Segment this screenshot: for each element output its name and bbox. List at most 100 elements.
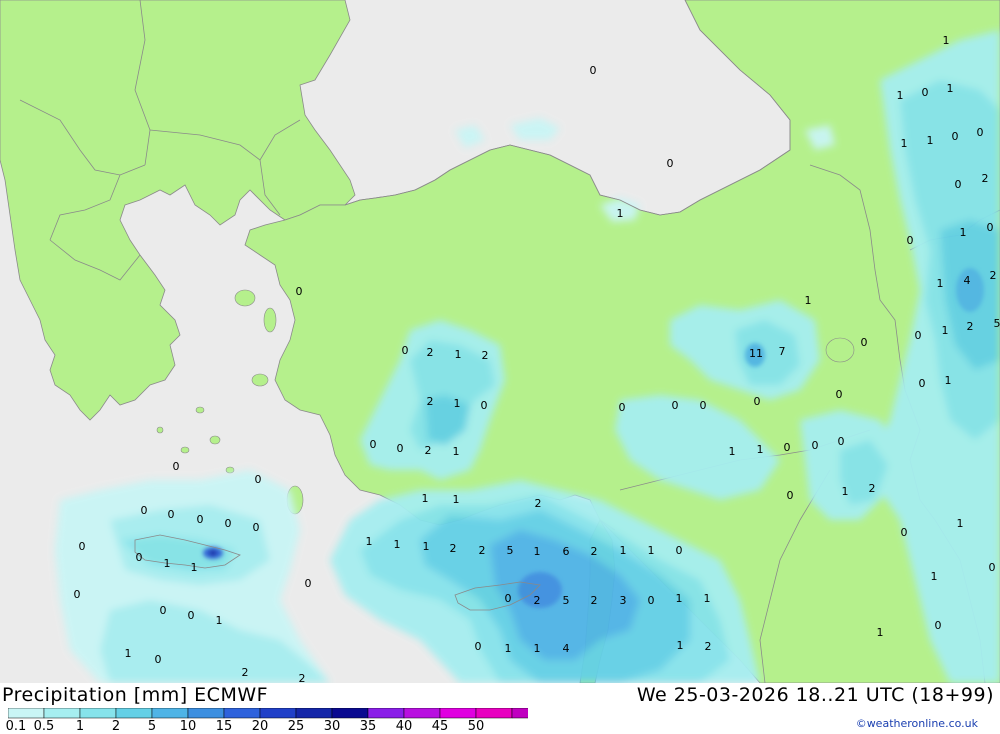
value-label: 1 <box>757 443 764 456</box>
value-label: 1 <box>937 277 944 290</box>
value-label: 1 <box>620 544 627 557</box>
value-label: 1 <box>943 34 950 47</box>
value-label: 2 <box>482 349 489 362</box>
legend-tick-label: 0.1 <box>6 719 27 734</box>
value-label: 0 <box>255 473 262 486</box>
value-label: 2 <box>705 640 712 653</box>
credit-link[interactable]: ©weatheronline.co.uk <box>856 717 978 730</box>
value-label: 0 <box>836 388 843 401</box>
legend-swatch <box>476 708 512 718</box>
value-label: 0 <box>919 377 926 390</box>
value-label: 2 <box>425 444 432 457</box>
value-label: 0 <box>141 504 148 517</box>
value-label: 0 <box>79 540 86 553</box>
value-label: 0 <box>155 653 162 666</box>
legend-swatch <box>404 708 440 718</box>
value-label: 2 <box>591 545 598 558</box>
value-label: 1 <box>453 445 460 458</box>
value-label: 0 <box>838 435 845 448</box>
value-label: 0 <box>676 544 683 557</box>
value-label: 1 <box>125 647 132 660</box>
legend-tick-label: 15 <box>216 719 233 734</box>
value-label: 2 <box>990 269 997 282</box>
legend-tick-label: 1 <box>76 719 84 734</box>
legend-swatch <box>296 708 332 718</box>
value-label: 0 <box>977 126 984 139</box>
value-label: 1 <box>453 493 460 506</box>
value-label: 0 <box>935 619 942 632</box>
value-label: 1 <box>423 540 430 553</box>
value-label: 2 <box>534 594 541 607</box>
value-label: 0 <box>173 460 180 473</box>
value-label: 1 <box>394 538 401 551</box>
value-label: 0 <box>197 513 204 526</box>
valid-time: We 25-03-2026 18..21 UTC (18+99) <box>637 684 994 706</box>
value-label: 0 <box>505 592 512 605</box>
value-label: 0 <box>296 285 303 298</box>
footer-bar: Precipitation [mm] ECMWF We 25-03-2026 1… <box>0 683 1000 733</box>
legend-swatch <box>188 708 224 718</box>
value-label: 5 <box>994 317 1000 330</box>
value-label: 2 <box>869 482 876 495</box>
legend-tick-label: 5 <box>148 719 156 734</box>
value-label: 2 <box>591 594 598 607</box>
value-label: 0 <box>787 489 794 502</box>
map-title: Precipitation [mm] ECMWF <box>2 684 268 706</box>
legend-swatch <box>512 708 528 718</box>
legend-tick-label: 45 <box>432 719 449 734</box>
value-label: 2 <box>242 666 249 679</box>
value-label: 0 <box>168 508 175 521</box>
value-label: 1 <box>942 324 949 337</box>
value-label: 0 <box>987 221 994 234</box>
value-label: 1 <box>947 82 954 95</box>
value-label: 3 <box>620 594 627 607</box>
value-label: 0 <box>136 551 143 564</box>
value-label: 2 <box>982 172 989 185</box>
value-label: 7 <box>779 345 786 358</box>
value-label: 1 <box>842 485 849 498</box>
legend-swatch <box>440 708 476 718</box>
legend-swatch <box>260 708 296 718</box>
value-label: 1 <box>677 639 684 652</box>
value-label: 2 <box>427 395 434 408</box>
value-label: 1 <box>931 570 938 583</box>
value-label: 4 <box>964 274 971 287</box>
value-label: 0 <box>188 609 195 622</box>
value-label: 5 <box>563 594 570 607</box>
value-label: 1 <box>805 294 812 307</box>
value-label: 0 <box>370 438 377 451</box>
legend-swatch <box>152 708 188 718</box>
value-label: 0 <box>397 442 404 455</box>
value-label: 1 <box>454 397 461 410</box>
value-label: 0 <box>922 86 929 99</box>
value-label: 0 <box>74 588 81 601</box>
value-label: 0 <box>700 399 707 412</box>
legend-tick-label: 0.5 <box>34 719 55 734</box>
legend-swatch <box>224 708 260 718</box>
value-label: 2 <box>967 320 974 333</box>
value-label: 1 <box>960 226 967 239</box>
value-label: 1 <box>534 545 541 558</box>
value-label: 0 <box>901 526 908 539</box>
value-label: 1 <box>676 592 683 605</box>
value-label: 2 <box>427 346 434 359</box>
value-label: 1 <box>648 544 655 557</box>
value-label: 1 <box>216 614 223 627</box>
value-label: 0 <box>619 401 626 414</box>
value-label: 1 <box>901 137 908 150</box>
value-label: 1 <box>191 561 198 574</box>
precipitation-map: 0 0 1 0 1 1 0 1 0 2 1 1 0 0 1 0 1 4 2 0 1 2 5 0 1 0 0 2 1 2 1 1 1 7 2 1 0 0 0 0… <box>0 0 1000 683</box>
value-label: 1 <box>704 592 711 605</box>
legend-tick-label: 35 <box>360 719 377 734</box>
legend-swatch <box>8 708 44 718</box>
value-label: 6 <box>563 545 570 558</box>
legend-tick-label: 50 <box>468 719 485 734</box>
value-label: 1 <box>534 642 541 655</box>
value-label: 1 <box>945 374 952 387</box>
value-label: 1 <box>927 134 934 147</box>
legend-tick-label: 30 <box>324 719 341 734</box>
value-label: 0 <box>672 399 679 412</box>
value-label: 1 <box>897 89 904 102</box>
legend-tick-label: 20 <box>252 719 269 734</box>
value-label: 0 <box>402 344 409 357</box>
